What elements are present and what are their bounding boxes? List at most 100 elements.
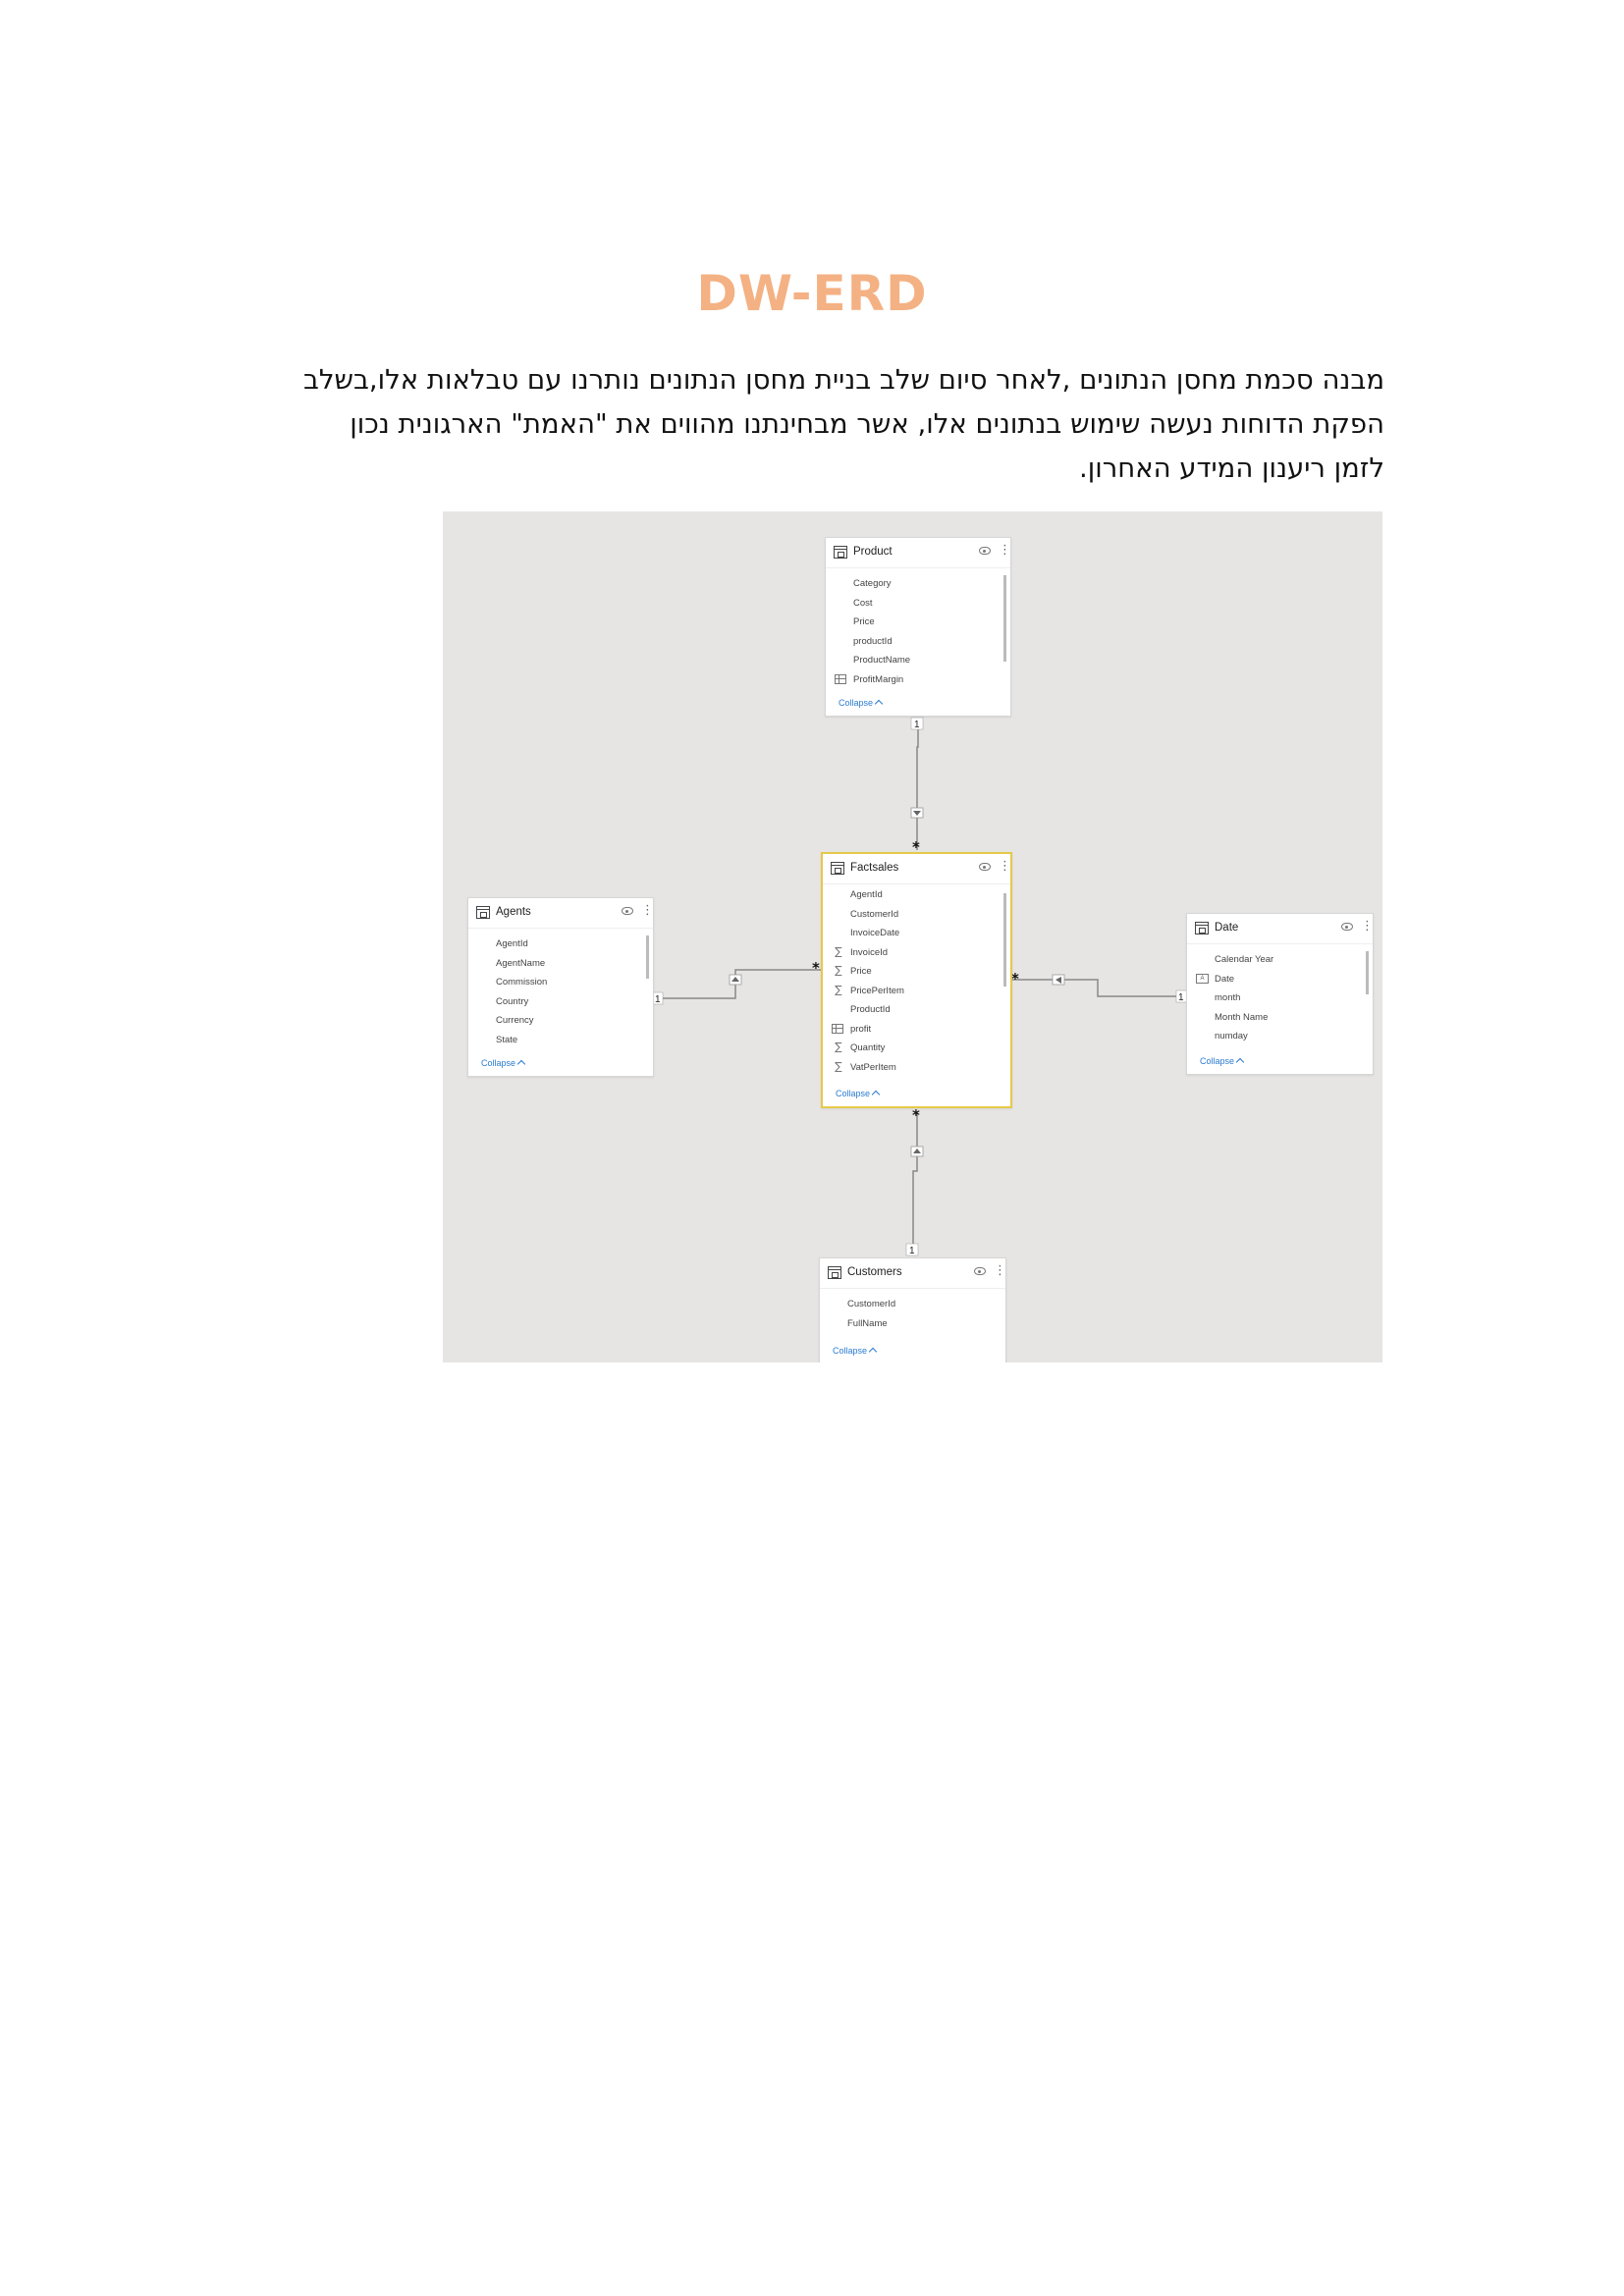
sigma-icon: ∑ bbox=[835, 1041, 842, 1053]
field-list: AgentId AgentName Commission Country Cur… bbox=[468, 929, 653, 1049]
table-card-date[interactable]: Date Calendar Year A Date month Month Nam… bbox=[1186, 913, 1374, 1075]
field-label: AgentId bbox=[496, 938, 528, 949]
more-options-icon[interactable] bbox=[994, 1263, 1006, 1279]
field-row[interactable]: AgentId bbox=[823, 885, 1010, 905]
sigma-icon: ∑ bbox=[835, 944, 842, 958]
field-label: Category bbox=[853, 578, 892, 589]
table-card-agents[interactable]: Agents AgentId AgentName Commission Coun… bbox=[467, 897, 654, 1077]
field-label: InvoiceId bbox=[850, 946, 889, 958]
more-options-icon[interactable] bbox=[999, 859, 1011, 875]
more-options-icon[interactable] bbox=[999, 543, 1011, 559]
field-list: Category Cost Price productId ProductNam… bbox=[826, 568, 1010, 689]
cardinality-label: * bbox=[912, 1106, 920, 1124]
collapse-link[interactable]: Collapse bbox=[836, 1089, 881, 1099]
table-card-header[interactable]: Product bbox=[826, 538, 1011, 568]
more-options-icon[interactable] bbox=[641, 903, 654, 919]
field-label: ProductName bbox=[853, 655, 911, 666]
field-row[interactable]: ∑ InvoiceId bbox=[823, 943, 1010, 963]
eye-icon[interactable] bbox=[622, 907, 633, 915]
scrollbar[interactable] bbox=[646, 935, 649, 979]
field-row[interactable]: Month Name bbox=[1187, 1008, 1373, 1028]
chevron-up-icon bbox=[516, 1059, 526, 1069]
eye-icon[interactable] bbox=[974, 1267, 986, 1275]
field-row[interactable]: Commission bbox=[468, 973, 653, 992]
relationship-date-factsales[interactable]: 1 * bbox=[1010, 970, 1188, 1003]
field-row[interactable]: productId bbox=[826, 632, 1010, 652]
field-label: profit bbox=[850, 1023, 872, 1035]
field-row[interactable]: Cost bbox=[826, 594, 1010, 614]
collapse-link[interactable]: Collapse bbox=[1200, 1056, 1245, 1067]
field-row[interactable]: State bbox=[468, 1031, 653, 1050]
relationship-customers-factsales[interactable]: 1 * bbox=[905, 1106, 924, 1256]
field-row[interactable]: ∑ VatPerItem bbox=[823, 1058, 1010, 1078]
more-options-icon[interactable] bbox=[1361, 919, 1374, 934]
table-icon bbox=[476, 906, 490, 919]
field-row[interactable]: CustomerId bbox=[820, 1295, 1005, 1314]
field-label: Calendar Year bbox=[1215, 954, 1274, 965]
field-label: AgentName bbox=[496, 957, 546, 969]
field-row[interactable]: AgentName bbox=[468, 954, 653, 974]
table-card-header[interactable]: Factsales bbox=[823, 854, 1011, 884]
calculated-column-icon bbox=[832, 1023, 843, 1034]
scrollbar[interactable] bbox=[1003, 575, 1006, 662]
field-row[interactable]: FullName bbox=[820, 1314, 1005, 1334]
field-label: Date bbox=[1215, 973, 1235, 985]
table-card-header[interactable]: Date bbox=[1187, 914, 1374, 944]
field-row[interactable]: CustomerId bbox=[823, 905, 1010, 925]
field-label: ProfitMargin bbox=[853, 673, 904, 685]
field-row[interactable]: Country bbox=[468, 992, 653, 1012]
field-row[interactable]: Currency bbox=[468, 1011, 653, 1031]
field-label: Cost bbox=[853, 597, 873, 609]
field-label: Price bbox=[853, 616, 875, 627]
field-label: InvoiceDate bbox=[850, 928, 900, 938]
scrollbar[interactable] bbox=[1003, 893, 1006, 987]
field-row[interactable]: Category bbox=[826, 574, 1010, 594]
eye-icon[interactable] bbox=[979, 863, 991, 871]
field-label: Quantity bbox=[850, 1042, 886, 1053]
field-label: ProductId bbox=[850, 1004, 891, 1015]
cardinality-label: 1 bbox=[655, 994, 661, 1005]
field-row[interactable]: ProductId bbox=[823, 1000, 1010, 1020]
field-row[interactable]: profit bbox=[823, 1020, 1010, 1040]
table-card-header[interactable]: Agents bbox=[468, 898, 654, 929]
paragraph-line: לזמן ריענון המידע האחרון. bbox=[1078, 453, 1384, 484]
table-card-header[interactable]: Customers bbox=[820, 1258, 1006, 1289]
field-label: FullName bbox=[847, 1317, 888, 1329]
field-label: Country bbox=[496, 995, 529, 1007]
collapse-link[interactable]: Collapse bbox=[833, 1346, 878, 1357]
table-card-factsales[interactable]: Factsales AgentId CustomerId InvoiceDate… bbox=[821, 852, 1012, 1108]
sigma-icon: ∑ bbox=[835, 983, 842, 996]
eye-icon[interactable] bbox=[979, 547, 991, 555]
collapse-link[interactable]: Collapse bbox=[839, 698, 884, 709]
sigma-icon: ∑ bbox=[835, 1059, 842, 1073]
field-row[interactable]: ∑ PricePerItem bbox=[823, 982, 1010, 1001]
field-row[interactable]: month bbox=[1187, 988, 1373, 1008]
collapse-link[interactable]: Collapse bbox=[481, 1058, 526, 1069]
paragraph-line: הפקת הדוחות נעשה שימוש בנתונים אלו, אשר … bbox=[350, 408, 1384, 440]
chevron-up-icon bbox=[1235, 1057, 1245, 1067]
cardinality-label: * bbox=[1011, 970, 1019, 988]
relationship-product-factsales[interactable]: 1 * bbox=[910, 717, 924, 856]
field-row[interactable]: numday bbox=[1187, 1027, 1373, 1046]
field-list: CustomerId FullName bbox=[820, 1289, 1005, 1333]
date-hierarchy-icon: A bbox=[1196, 973, 1209, 984]
field-row[interactable]: AgentId bbox=[468, 934, 653, 954]
field-row[interactable]: ∑ Price bbox=[823, 962, 1010, 982]
collapse-label: Collapse bbox=[1200, 1056, 1235, 1066]
table-card-product[interactable]: Product Category Cost Price productId Pr… bbox=[825, 537, 1011, 717]
field-row[interactable]: A Date bbox=[1187, 970, 1373, 989]
table-icon bbox=[834, 546, 847, 559]
cardinality-label: 1 bbox=[1178, 992, 1184, 1003]
field-row[interactable]: ProductName bbox=[826, 651, 1010, 670]
chevron-up-icon bbox=[871, 1090, 881, 1099]
scrollbar[interactable] bbox=[1366, 951, 1369, 994]
field-row[interactable]: InvoiceDate bbox=[823, 924, 1010, 943]
field-row[interactable]: Price bbox=[826, 613, 1010, 632]
chevron-up-icon bbox=[868, 1347, 878, 1357]
relationship-agents-factsales[interactable]: 1 * bbox=[651, 959, 824, 1005]
field-row[interactable]: ProfitMargin bbox=[826, 670, 1010, 690]
eye-icon[interactable] bbox=[1341, 923, 1353, 931]
table-card-customers[interactable]: Customers CustomerId FullName Collapse bbox=[819, 1257, 1006, 1362]
field-row[interactable]: ∑ Quantity bbox=[823, 1039, 1010, 1058]
field-row[interactable]: Calendar Year bbox=[1187, 950, 1373, 970]
